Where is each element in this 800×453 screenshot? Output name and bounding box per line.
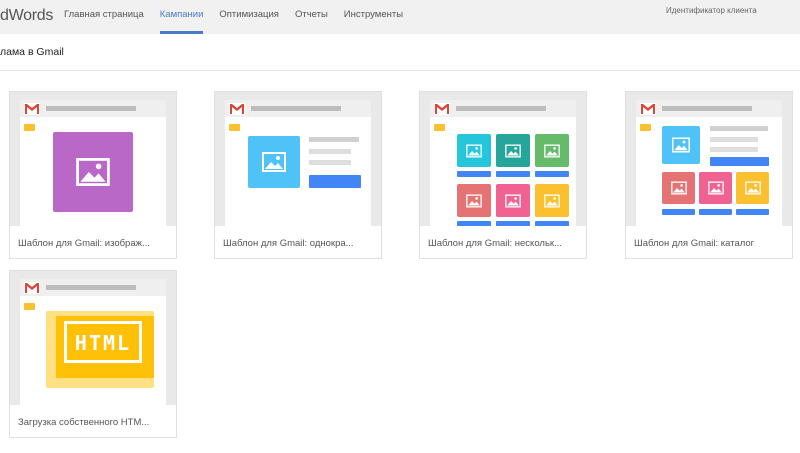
gmail-icon xyxy=(229,103,245,115)
template-card-label: Шаблон для Gmail: изображ... xyxy=(18,238,150,249)
image-placeholder xyxy=(736,172,769,204)
image-icon xyxy=(505,144,521,157)
cta-button-placeholder xyxy=(535,171,569,177)
adwords-logo[interactable]: dWords xyxy=(0,7,53,25)
image-icon xyxy=(544,144,560,157)
template-thumbnail xyxy=(626,92,792,226)
cta-button-placeholder xyxy=(309,175,361,188)
label-chip-icon xyxy=(434,124,445,131)
image-icon xyxy=(466,144,482,157)
image-placeholder xyxy=(535,184,569,217)
cta-button-placeholder xyxy=(535,221,569,226)
email-mockup xyxy=(20,100,166,226)
top-bar: dWords Главная страница Кампании Оптимиз… xyxy=(0,0,800,34)
cta-button-placeholder xyxy=(699,209,732,215)
template-thumbnail xyxy=(215,92,381,226)
label-chip-icon xyxy=(24,124,35,131)
nav-tools[interactable]: Инструменты xyxy=(344,0,403,34)
email-header-bar xyxy=(20,100,166,117)
image-placeholder xyxy=(535,134,569,167)
image-icon xyxy=(745,182,761,195)
template-card-single-panel[interactable]: Шаблон для Gmail: однокра... xyxy=(214,91,382,259)
cta-button-placeholder xyxy=(496,221,530,226)
page-title: лама в Gmail xyxy=(0,46,64,58)
image-placeholder xyxy=(53,132,133,212)
placeholder-line xyxy=(251,106,341,111)
image-icon xyxy=(262,152,286,172)
label-chip-icon xyxy=(24,303,35,310)
template-card-multi-product[interactable]: Шаблон для Gmail: нескольк... xyxy=(419,91,587,259)
placeholder-line xyxy=(710,147,758,152)
image-icon xyxy=(672,138,690,153)
template-card-image[interactable]: Шаблон для Gmail: изображ... xyxy=(9,91,177,259)
image-placeholder xyxy=(496,184,530,217)
image-icon xyxy=(505,194,521,207)
nav-optimization[interactable]: Оптимизация xyxy=(219,0,279,34)
image-placeholder xyxy=(699,172,732,204)
image-icon xyxy=(76,158,110,186)
image-icon xyxy=(466,194,482,207)
cta-button-placeholder xyxy=(736,209,769,215)
placeholder-line xyxy=(710,137,758,142)
image-placeholder xyxy=(248,136,300,188)
customer-id-label: Идентификатор клиента xyxy=(666,6,757,15)
email-mockup: HTML xyxy=(20,279,166,405)
subheader: лама в Gmail xyxy=(0,34,800,71)
template-card-label: Шаблон для Gmail: нескольк... xyxy=(428,238,562,249)
image-placeholder xyxy=(496,134,530,167)
gmail-icon xyxy=(24,282,40,294)
email-header-bar xyxy=(636,100,782,117)
image-placeholder xyxy=(662,126,700,164)
cta-button-placeholder xyxy=(710,157,769,166)
image-icon xyxy=(708,182,724,195)
html-badge-text: HTML xyxy=(74,331,132,355)
cta-button-placeholder xyxy=(457,171,491,177)
email-header-bar xyxy=(20,279,166,296)
image-placeholder xyxy=(457,134,491,167)
label-chip-icon xyxy=(229,124,240,131)
image-icon xyxy=(544,194,560,207)
gmail-icon xyxy=(640,103,656,115)
template-card-label: Шаблон для Gmail: однокра... xyxy=(223,238,354,249)
cta-button-placeholder xyxy=(496,171,530,177)
gmail-icon xyxy=(434,103,450,115)
image-placeholder xyxy=(662,172,695,204)
nav-reports[interactable]: Отчеты xyxy=(295,0,328,34)
email-mockup xyxy=(430,100,576,226)
template-card-catalog[interactable]: Шаблон для Gmail: каталог xyxy=(625,91,793,259)
template-card-label: Загрузка собственного HTM... xyxy=(18,417,150,428)
html-badge: HTML xyxy=(64,321,142,363)
main-nav: Главная страница Кампании Оптимизация От… xyxy=(64,0,419,34)
email-header-bar xyxy=(430,100,576,117)
nav-campaigns[interactable]: Кампании xyxy=(159,0,203,34)
placeholder-line xyxy=(456,106,546,111)
placeholder-line xyxy=(309,137,359,142)
template-thumbnail: HTML xyxy=(10,271,176,405)
nav-home[interactable]: Главная страница xyxy=(64,0,144,34)
email-mockup xyxy=(636,100,782,226)
cta-button-placeholder xyxy=(457,221,491,226)
placeholder-line xyxy=(46,285,136,290)
placeholder-line xyxy=(710,126,768,131)
email-mockup xyxy=(225,100,371,226)
email-header-bar xyxy=(225,100,371,117)
cta-button-placeholder xyxy=(662,209,695,215)
placeholder-line xyxy=(309,149,351,154)
placeholder-line xyxy=(662,106,752,111)
template-card-custom-html[interactable]: HTML Загрузка собственного HTM... xyxy=(9,270,177,438)
image-placeholder xyxy=(457,184,491,217)
label-chip-icon xyxy=(640,124,651,131)
template-thumbnail xyxy=(420,92,586,226)
placeholder-line xyxy=(309,160,351,165)
gmail-icon xyxy=(24,103,40,115)
template-card-label: Шаблон для Gmail: каталог xyxy=(634,238,755,249)
placeholder-line xyxy=(46,106,136,111)
template-thumbnail xyxy=(10,92,176,226)
html-placeholder: HTML xyxy=(46,311,154,388)
image-icon xyxy=(671,182,687,195)
